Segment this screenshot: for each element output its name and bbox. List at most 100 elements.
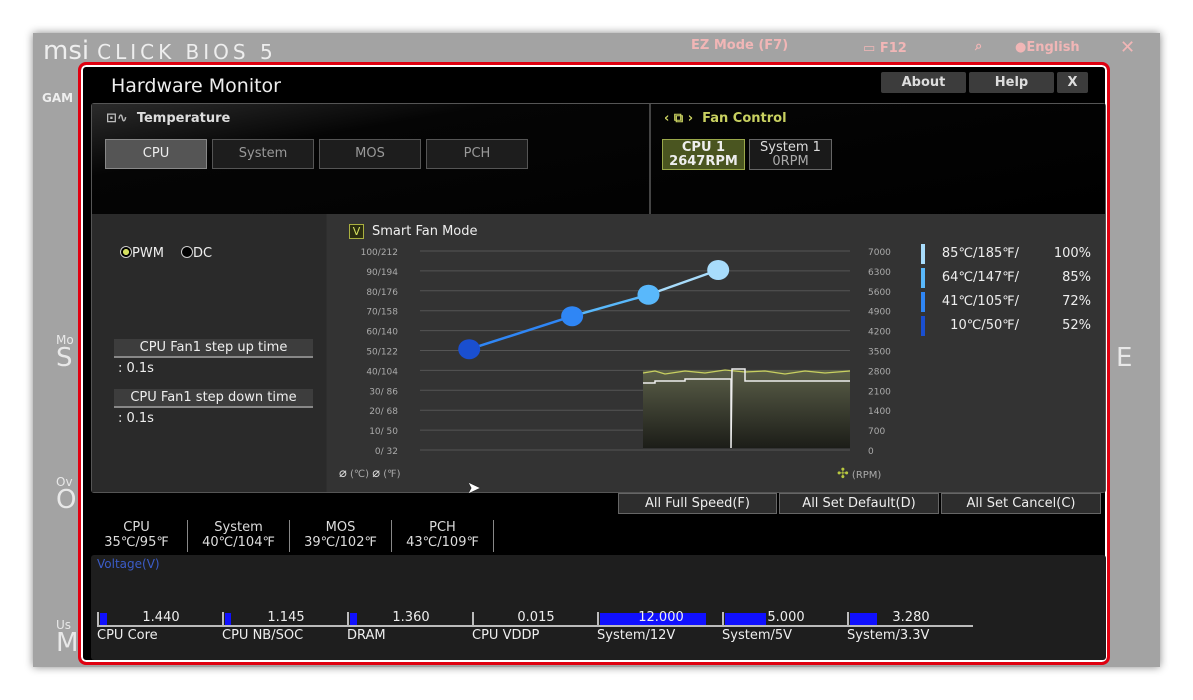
all-set-default-button[interactable]: All Set Default(D) bbox=[779, 493, 939, 514]
temp-cpu: CPU 35℃/95℉ bbox=[86, 520, 188, 552]
voltage-name: System/3.3V bbox=[847, 628, 930, 643]
left-tick-label: 100/212 bbox=[361, 248, 398, 258]
voltage-item: 12.000 System/12V bbox=[597, 610, 723, 643]
thermometer-icon: ⌀ bbox=[339, 466, 347, 481]
voltage-bar: 3.280 bbox=[847, 610, 973, 627]
left-tick-label: 30/ 86 bbox=[369, 387, 398, 397]
legend-swatch bbox=[921, 268, 925, 288]
bg-text: S bbox=[56, 343, 73, 373]
voltage-bar: 0.015 bbox=[472, 610, 598, 627]
legend-percent: 85% bbox=[1062, 270, 1091, 285]
fan-icon: ✣ bbox=[837, 466, 849, 482]
thermometer-icon: ⌀ bbox=[372, 466, 381, 481]
legend-temp: 85℃/185℉/ bbox=[941, 246, 1019, 261]
tab-system[interactable]: System bbox=[212, 139, 314, 169]
voltage-value: 5.000 bbox=[767, 610, 805, 625]
left-tick-label: 90/194 bbox=[366, 268, 398, 278]
right-tick-label: 700 bbox=[868, 427, 885, 437]
fan-control-section-header[interactable]: ‹ ⧉ › Fan Control bbox=[664, 111, 787, 126]
left-tick-label: 10/ 50 bbox=[369, 427, 398, 437]
legend-temp: 41℃/105℉/ bbox=[941, 294, 1019, 309]
voltage-label: Voltage(V) bbox=[97, 557, 160, 571]
voltage-name: System/12V bbox=[597, 628, 676, 643]
all-full-speed-button[interactable]: All Full Speed(F) bbox=[618, 493, 777, 514]
legend-percent: 52% bbox=[1062, 318, 1091, 333]
screenshot-f12-button[interactable]: ▭ F12 bbox=[863, 41, 907, 56]
right-tick-label: 4200 bbox=[868, 328, 891, 338]
all-set-cancel-button[interactable]: All Set Cancel(C) bbox=[941, 493, 1101, 514]
dc-radio[interactable]: DC bbox=[181, 246, 212, 261]
temp-pch: PCH 43℃/109℉ bbox=[392, 520, 494, 552]
temp-system: System 40℃/104℉ bbox=[188, 520, 290, 552]
about-button[interactable]: About bbox=[881, 72, 966, 93]
voltage-name: CPU VDDP bbox=[472, 628, 540, 643]
help-button[interactable]: Help bbox=[969, 72, 1054, 93]
fan-curve-point bbox=[561, 306, 584, 327]
temp-mos: MOS 39℃/102℉ bbox=[290, 520, 392, 552]
voltage-name: System/5V bbox=[722, 628, 793, 643]
left-tick-label: 60/140 bbox=[366, 328, 398, 338]
legend-percent: 100% bbox=[1053, 246, 1091, 261]
voltage-item: 1.145 CPU NB/SOC bbox=[222, 610, 348, 643]
legend-entry: 41℃/105℉/ 72% bbox=[921, 292, 1091, 316]
pwm-radio[interactable]: PWM bbox=[120, 246, 164, 261]
fan-curve-panel: 100/212 7000 90/194 6300 80/176 5600 70/158 490… bbox=[327, 214, 1105, 492]
tab-mos[interactable]: MOS bbox=[319, 139, 421, 169]
mouse-cursor-icon: ➤ bbox=[467, 478, 481, 497]
legend-percent: 72% bbox=[1062, 294, 1091, 309]
tab-pch[interactable]: PCH bbox=[426, 139, 528, 169]
globe-icon: ● bbox=[1015, 40, 1027, 55]
left-tick-label: 20/ 68 bbox=[369, 407, 398, 417]
panel-header: ⊡∿ Temperature CPU System MOS PCH ‹ ⧉ › … bbox=[92, 104, 1105, 214]
game-boost-label: GAM bbox=[42, 91, 74, 105]
fan-cpu1-button[interactable]: CPU 1 2647RPM bbox=[662, 139, 745, 170]
close-button[interactable]: X bbox=[1057, 72, 1088, 93]
tab-cpu[interactable]: CPU bbox=[105, 139, 207, 169]
voltage-name: DRAM bbox=[347, 628, 386, 643]
left-tick-label: 0/ 32 bbox=[375, 447, 398, 457]
ez-mode-button[interactable]: EZ Mode (F7) bbox=[691, 38, 788, 53]
fan-chart-icon: ‹ ⧉ › bbox=[664, 111, 698, 126]
voltage-bar: 5.000 bbox=[722, 610, 848, 627]
step-down-time-value[interactable]: : 0.1s bbox=[118, 411, 154, 426]
fan-curve-point bbox=[707, 260, 730, 280]
right-tick-label: 0 bbox=[868, 447, 874, 457]
fan-curve-segment bbox=[468, 315, 573, 351]
voltage-name: CPU NB/SOC bbox=[222, 628, 304, 643]
left-tick-label: 80/176 bbox=[366, 288, 398, 298]
right-tick-label: 2800 bbox=[868, 367, 891, 377]
bg-text: E bbox=[1116, 343, 1133, 373]
voltage-bar: 1.360 bbox=[347, 610, 473, 627]
smart-fan-mode-checkbox[interactable]: V Smart Fan Mode bbox=[349, 224, 478, 239]
divider bbox=[649, 104, 651, 214]
temperature-graph-icon: ⊡∿ bbox=[106, 111, 133, 126]
window-title: Hardware Monitor bbox=[111, 75, 281, 97]
language-button[interactable]: ●English bbox=[1015, 40, 1080, 55]
camera-icon: ▭ bbox=[863, 41, 880, 56]
legend-entry: 10℃/50℉/ 52% bbox=[921, 316, 1091, 340]
left-tick-label: 40/104 bbox=[366, 367, 398, 377]
legend-temp: 10℃/50℉/ bbox=[950, 318, 1019, 333]
step-down-time-label[interactable]: CPU Fan1 step down time bbox=[114, 389, 313, 408]
voltage-item: 3.280 System/3.3V bbox=[847, 610, 973, 643]
search-icon[interactable]: ⌕ bbox=[975, 39, 982, 54]
left-tick-label: 70/158 bbox=[366, 308, 398, 318]
fan-system1-button[interactable]: System 1 0RPM bbox=[749, 139, 832, 170]
legend-entry: 64℃/147℉/ 85% bbox=[921, 268, 1091, 292]
right-tick-label: 6300 bbox=[868, 268, 891, 278]
fan-curve-segment bbox=[571, 293, 649, 318]
voltage-value: 0.015 bbox=[517, 610, 555, 625]
right-tick-label: 7000 bbox=[868, 248, 891, 258]
rpm-unit: ✣ (RPM) bbox=[837, 466, 882, 482]
fan-settings-panel: PWM DC CPU Fan1 step up time : 0.1s CPU … bbox=[92, 214, 326, 492]
step-up-time-label[interactable]: CPU Fan1 step up time bbox=[114, 339, 313, 358]
close-bios-icon[interactable]: ✕ bbox=[1120, 37, 1135, 58]
step-up-time-value[interactable]: : 0.1s bbox=[118, 361, 154, 376]
voltage-bar: 1.440 bbox=[97, 610, 223, 627]
voltage-value: 1.440 bbox=[142, 610, 180, 625]
voltage-value: 12.000 bbox=[638, 610, 684, 625]
legend-swatch bbox=[921, 292, 925, 312]
right-tick-label: 5600 bbox=[868, 288, 891, 298]
voltage-item: 1.440 CPU Core bbox=[97, 610, 223, 643]
right-tick-label: 2100 bbox=[868, 387, 891, 397]
